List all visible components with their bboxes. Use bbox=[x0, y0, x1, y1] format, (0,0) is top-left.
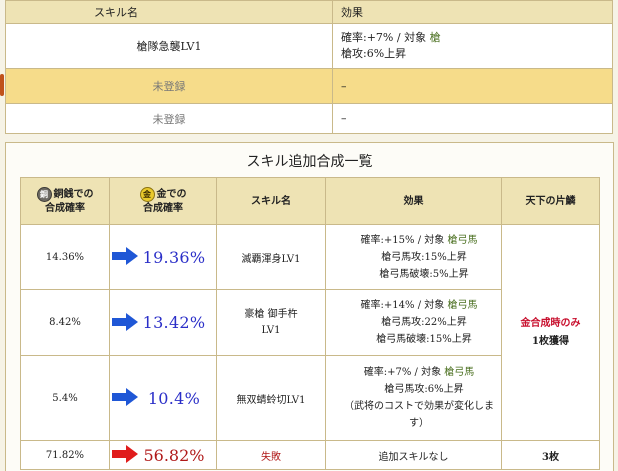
effect-rate: 確率:+7% bbox=[363, 367, 412, 378]
effect-target-label: 対象 bbox=[404, 31, 427, 44]
effect-line3: 槍弓馬破壊:15%上昇 bbox=[376, 334, 472, 345]
skill-slot-effect: – bbox=[332, 103, 613, 134]
copper-rate: 14.36% bbox=[20, 224, 110, 290]
skill-name: 失敗 bbox=[216, 440, 326, 470]
col-header-effect: 効果 bbox=[332, 0, 613, 24]
col-header-gold: 金金での 合成確率 bbox=[109, 177, 217, 225]
col-header-copper: 銅銅銭での 合成確率 bbox=[20, 177, 110, 225]
skill-name: 滅覇渾身LV1 bbox=[216, 224, 326, 290]
effect-line2: 槍弓馬攻:22%上昇 bbox=[381, 317, 467, 328]
tenka-note-line2: 1枚獲得 bbox=[532, 335, 569, 347]
skill-slot-name: 槍隊急襲LV1 bbox=[5, 23, 333, 69]
effect-line3: 槍弓馬破壊:5%上昇 bbox=[379, 268, 469, 280]
effect-target: 槍弓馬 bbox=[444, 367, 475, 378]
effect-target: 槍弓馬 bbox=[447, 234, 478, 246]
effect-rate: 確率:+15% bbox=[360, 234, 415, 246]
copper-rate: 71.82% bbox=[20, 440, 110, 470]
panel-title: スキル追加合成一覧 bbox=[246, 154, 373, 170]
effect-target-label: 対象 bbox=[424, 234, 445, 246]
skill-slot-name: 未登録 bbox=[5, 103, 333, 134]
effect-line3: （武将のコストで効果が変化します） bbox=[344, 401, 494, 429]
effect-rate: 確率:+14% bbox=[360, 300, 415, 311]
tenka-note: 金合成時のみ 1枚獲得 bbox=[501, 224, 600, 441]
skill-slot-row[interactable]: 未登録 – bbox=[5, 103, 613, 134]
arrow-right-icon bbox=[112, 388, 138, 406]
skill-name: 無双蜻蛉切LV1 bbox=[216, 355, 326, 441]
skill-slot-effect: – bbox=[332, 68, 613, 104]
arrow-right-icon bbox=[112, 445, 138, 463]
gold-rate-cell: 13.42% bbox=[109, 289, 217, 356]
gold-rate-cell: 19.36% bbox=[109, 224, 217, 290]
skill-slot-row-selected[interactable]: 未登録 – bbox=[5, 68, 613, 104]
gold-rate-cell: 10.4% bbox=[109, 355, 217, 441]
effect-line2: 槍弓馬攻:15%上昇 bbox=[381, 251, 467, 263]
effect-target-label: 対象 bbox=[424, 300, 445, 311]
gold-coin-icon: 金 bbox=[139, 187, 155, 202]
effect-target: 槍 bbox=[429, 31, 441, 44]
effect-rate: 確率:+7% bbox=[341, 31, 394, 44]
synthesis-table: 銅銅銭での 合成確率 金金での 合成確率 スキル名 効果 天下の片鱗 14.36… bbox=[20, 177, 600, 470]
tenka-count: 3枚 bbox=[501, 440, 600, 470]
table-row: 14.36% 19.36% 滅覇渾身LV1 確率:+15% / 対象 槍弓馬 槍… bbox=[20, 224, 600, 441]
skill-effect: 確率:+7% / 対象 槍弓馬 槍弓馬攻:6%上昇 （武将のコストで効果が変化し… bbox=[325, 355, 502, 441]
copper-header-text: 銅銭での 合成確率 bbox=[45, 189, 94, 214]
skill-effect: 追加スキルなし bbox=[325, 440, 502, 470]
tenka-note-line1: 金合成時のみ bbox=[520, 317, 581, 329]
skill-slot-table: スキル名 効果 槍隊急襲LV1 確率:+7% / 対象 槍 槍攻:6%上昇 未登… bbox=[5, 0, 613, 134]
col-header-skill: スキル名 bbox=[216, 177, 326, 225]
effect-line2: 槍弓馬攻:6%上昇 bbox=[384, 384, 464, 395]
selected-row-marker bbox=[0, 74, 4, 96]
arrow-right-icon bbox=[112, 313, 138, 331]
copper-rate: 8.42% bbox=[20, 289, 110, 356]
col-header-skill-name: スキル名 bbox=[5, 0, 333, 24]
effect-target-label: 対象 bbox=[421, 367, 442, 378]
copper-rate: 5.4% bbox=[20, 355, 110, 441]
effect-target: 槍弓馬 bbox=[447, 300, 478, 311]
skill-slot-name: 未登録 bbox=[5, 68, 333, 104]
col-header-tenka: 天下の片鱗 bbox=[501, 177, 600, 225]
skill-name: 豪槍 御手杵 LV1 bbox=[216, 289, 326, 356]
effect-separator: / bbox=[393, 31, 405, 44]
gold-rate-cell: 56.82% bbox=[109, 440, 217, 470]
skill-slot-effect: 確率:+7% / 対象 槍 槍攻:6%上昇 bbox=[332, 23, 613, 69]
effect-line2: 槍攻:6%上昇 bbox=[341, 47, 407, 60]
table-row-fail: 71.82% 56.82% 失敗 追加スキルなし 3枚 bbox=[20, 440, 600, 470]
col-header-effect: 効果 bbox=[325, 177, 502, 225]
synthesis-panel: スキル追加合成一覧 銅銅銭での 合成確率 金金での 合成確率 スキル名 効果 天… bbox=[5, 142, 614, 471]
skill-effect: 確率:+15% / 対象 槍弓馬 槍弓馬攻:15%上昇 槍弓馬破壊:5%上昇 bbox=[325, 224, 502, 290]
skill-effect: 確率:+14% / 対象 槍弓馬 槍弓馬攻:22%上昇 槍弓馬破壊:15%上昇 bbox=[325, 289, 502, 356]
skill-slot-row[interactable]: 槍隊急襲LV1 確率:+7% / 対象 槍 槍攻:6%上昇 bbox=[5, 23, 613, 69]
arrow-right-icon bbox=[112, 247, 138, 265]
copper-coin-icon: 銅 bbox=[36, 187, 52, 202]
